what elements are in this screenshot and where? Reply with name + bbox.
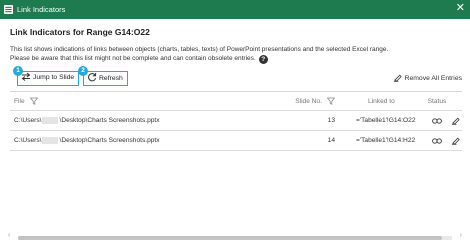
link-icon — [432, 137, 442, 144]
jump-to-slide-button[interactable]: Jump to Slide — [17, 71, 80, 86]
page-title: Link Indicators for Range G14:O22 — [10, 27, 150, 37]
linked-range: ='Tabelle1'!G14:O22 — [356, 117, 416, 124]
file-path-prefix: C:\Users\ — [14, 117, 42, 124]
help-icon[interactable]: ? — [258, 55, 268, 64]
file-path: C:\Users\ \Desktop\Charts Screenshots.ppt… — [14, 111, 254, 130]
excel-app-icon — [4, 5, 13, 14]
refresh-label: Refresh — [99, 75, 123, 82]
description-line-2: Please be aware that this list might not… — [10, 55, 256, 62]
redacted-username — [42, 137, 59, 144]
redacted-username — [42, 117, 59, 124]
file-path-suffix: \Desktop\Charts Screenshots.pptx — [59, 117, 160, 124]
table-header: File Slide No. Linked to Status — [10, 92, 462, 111]
eraser-icon — [451, 137, 460, 145]
step-badge-1: 1 — [13, 66, 23, 76]
table-row[interactable]: C:\Users\ \Desktop\Charts Screenshots.ppt… — [10, 131, 462, 151]
filter-icon[interactable] — [327, 97, 335, 105]
filter-icon[interactable] — [29, 97, 38, 105]
table-row[interactable]: C:\Users\ \Desktop\Charts Screenshots.ppt… — [10, 111, 462, 131]
column-header-status[interactable]: Status — [425, 92, 449, 110]
scroll-right-icon[interactable]: › — [460, 232, 462, 239]
remove-entry-button[interactable] — [448, 111, 462, 130]
jump-to-slide-label: Jump to Slide — [33, 74, 75, 81]
step-badge-2: 2 — [78, 66, 88, 76]
column-header-file[interactable]: File — [14, 92, 254, 110]
link-icon — [432, 117, 442, 124]
column-header-slide[interactable]: Slide No. — [275, 92, 335, 110]
status-cell — [428, 111, 446, 130]
jump-arrows-icon — [21, 72, 31, 81]
refresh-icon — [88, 73, 97, 82]
status-cell — [428, 131, 446, 150]
refresh-button[interactable]: Refresh — [83, 71, 128, 86]
column-header-slide-label: Slide No. — [295, 97, 322, 105]
file-path: C:\Users\ \Desktop\Charts Screenshots.ppt… — [14, 131, 254, 150]
remove-entry-button[interactable] — [448, 131, 462, 150]
eraser-icon — [393, 74, 402, 82]
slide-number: 13 — [327, 117, 335, 124]
file-path-suffix: \Desktop\Charts Screenshots.pptx — [59, 137, 160, 144]
close-icon[interactable]: ✕ — [456, 3, 465, 14]
description-line-2-wrap: Please be aware that this list might not… — [10, 54, 450, 64]
title-bar: Link Indicators ✕ — [0, 0, 470, 19]
eraser-icon — [451, 117, 460, 125]
remove-all-label: Remove All Entries — [404, 75, 462, 82]
slide-number: 14 — [327, 137, 335, 144]
horizontal-scrollbar[interactable]: ‹ › — [8, 232, 462, 241]
window-title: Link Indicators — [17, 5, 66, 14]
remove-all-entries-button[interactable]: Remove All Entries — [393, 73, 462, 82]
column-header-file-label: File — [14, 97, 25, 105]
description-line-1: This list shows indications of links bet… — [10, 46, 389, 53]
linked-range: ='Tabelle1'!G14:H22 — [356, 137, 416, 144]
scroll-thumb[interactable] — [18, 236, 442, 240]
links-table: File Slide No. Linked to Status C:\Users… — [10, 91, 462, 243]
description: This list shows indications of links bet… — [10, 45, 450, 64]
file-path-prefix: C:\Users\ — [14, 137, 42, 144]
scroll-left-icon[interactable]: ‹ — [8, 232, 10, 239]
